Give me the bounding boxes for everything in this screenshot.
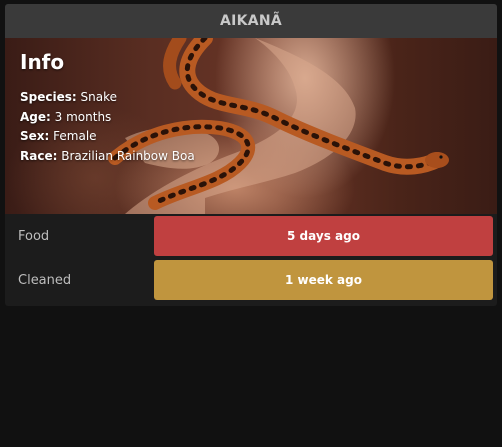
pet-card: AIKANÃ Info Species: Snake Age: 3 months… [5, 4, 497, 306]
species-value: Snake [80, 90, 117, 104]
food-label: Food [18, 228, 50, 244]
card-title: AIKANÃ [5, 4, 497, 38]
age-label: Age: [20, 109, 51, 124]
pet-photo: Info Species: Snake Age: 3 months Sex: F… [5, 38, 497, 214]
food-status-button[interactable]: 5 days ago [154, 216, 493, 256]
food-row: Food 5 days ago [5, 214, 497, 258]
cleaned-status-button[interactable]: 1 week ago [154, 260, 493, 300]
race-label: Race: [20, 148, 58, 163]
sex-label: Sex: [20, 129, 50, 143]
age-value: 3 months [54, 109, 112, 124]
species-label: Species: [20, 90, 77, 104]
info-heading: Info [20, 50, 65, 74]
race-line: Race: Brazilian Rainbow Boa [20, 147, 195, 167]
sex-value: Female [53, 129, 97, 143]
cleaned-row: Cleaned 1 week ago [5, 258, 497, 302]
species-line: Species: Snake [20, 88, 195, 108]
race-value: Brazilian Rainbow Boa [61, 148, 195, 163]
info-overlay: Info Species: Snake Age: 3 months Sex: F… [20, 50, 195, 166]
cleaned-label: Cleaned [18, 272, 72, 288]
age-line: Age: 3 months [20, 108, 195, 128]
sex-line: Sex: Female [20, 127, 195, 147]
